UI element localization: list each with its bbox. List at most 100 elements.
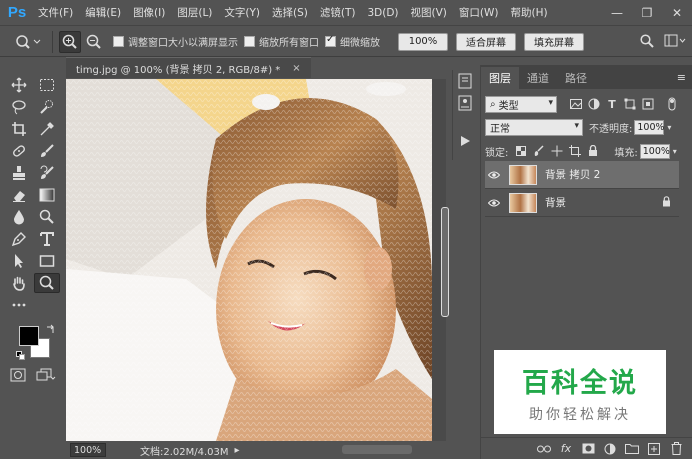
tab-paths[interactable]: 路径: [557, 67, 595, 89]
new-layer-button[interactable]: [643, 439, 665, 459]
menu-help[interactable]: 帮助(H): [505, 5, 554, 20]
delete-layer-button[interactable]: [665, 439, 687, 459]
panel-tabs: 图层 通道 路径: [481, 65, 692, 89]
zoom-out-button[interactable]: [83, 31, 105, 53]
foreground-color[interactable]: [19, 326, 39, 346]
pen-tool[interactable]: [6, 229, 32, 249]
menu-filter[interactable]: 滤镜(T): [314, 5, 362, 20]
tool-preset-picker[interactable]: [10, 30, 46, 54]
restore-button[interactable]: ❐: [632, 0, 662, 26]
lock-pixels-button[interactable]: [530, 142, 548, 160]
document-size-info[interactable]: 文档:2.02M/4.03M: [140, 443, 229, 458]
menu-edit[interactable]: 编辑(E): [79, 5, 127, 20]
opacity-input[interactable]: 100%: [634, 120, 665, 135]
hand-tool[interactable]: [6, 273, 32, 293]
menu-image[interactable]: 图像(I): [127, 5, 171, 20]
lock-all-button[interactable]: [584, 142, 602, 160]
layer-row-background-copy-2[interactable]: 背景 拷贝 2: [485, 161, 679, 189]
layer-name[interactable]: 背景: [545, 195, 566, 210]
lock-artboard-button[interactable]: [566, 142, 584, 160]
crop-tool[interactable]: [6, 119, 32, 139]
more-tools[interactable]: [6, 295, 32, 315]
zoom-all-windows-checkbox[interactable]: 缩放所有窗口: [244, 34, 319, 49]
fill-screen-button[interactable]: 填充屏幕: [524, 32, 584, 51]
blur-tool[interactable]: [6, 207, 32, 227]
visibility-toggle[interactable]: [485, 199, 503, 207]
zoom-in-button[interactable]: [59, 30, 81, 53]
document-tab[interactable]: timg.jpg @ 100% (背景 拷贝 2, RGB/8#) * ×: [66, 57, 311, 78]
lasso-tool[interactable]: [6, 97, 32, 117]
gradient-tool[interactable]: [34, 185, 60, 205]
filter-kind-select[interactable]: ⌕ 类型: [485, 95, 557, 113]
zoom-tool[interactable]: [34, 273, 60, 293]
opacity-dropdown-arrow[interactable]: ▾: [664, 120, 674, 135]
filter-type-button[interactable]: T: [603, 95, 621, 113]
close-button[interactable]: ✕: [662, 0, 692, 26]
menu-select[interactable]: 选择(S): [266, 5, 314, 20]
screen-mode-button[interactable]: [36, 368, 56, 385]
clone-stamp-tool[interactable]: [6, 163, 32, 183]
menu-view[interactable]: 视图(V): [405, 5, 453, 20]
quick-mask-button[interactable]: [10, 368, 26, 385]
eyedropper-tool[interactable]: [34, 119, 60, 139]
resize-windows-checkbox[interactable]: 调整窗口大小以满屏显示: [113, 34, 238, 49]
history-panel-button[interactable]: [453, 70, 477, 92]
marquee-tool[interactable]: [34, 75, 60, 95]
menu-window[interactable]: 窗口(W): [453, 5, 505, 20]
tab-layers[interactable]: 图层: [481, 67, 519, 89]
fill-input[interactable]: 100%: [639, 143, 670, 159]
scrubby-zoom-checkbox[interactable]: 细微缩放: [325, 34, 380, 49]
rectangle-tool[interactable]: [34, 251, 60, 271]
filter-shape-button[interactable]: [621, 95, 639, 113]
filter-smart-object-button[interactable]: [639, 95, 657, 113]
layer-lock-icon[interactable]: [662, 195, 671, 210]
healing-brush-tool[interactable]: [6, 141, 32, 161]
menu-type[interactable]: 文字(Y): [218, 5, 266, 20]
fill-dropdown-arrow[interactable]: ▾: [670, 144, 680, 159]
layer-name[interactable]: 背景 拷贝 2: [545, 167, 600, 182]
properties-panel-button[interactable]: [453, 92, 477, 114]
layer-row-background[interactable]: 背景: [485, 189, 679, 217]
close-tab-icon[interactable]: ×: [292, 63, 300, 74]
swap-colors-icon[interactable]: [46, 324, 56, 334]
tab-channels[interactable]: 通道: [519, 67, 557, 89]
history-brush-tool[interactable]: [34, 163, 60, 183]
play-actions-button[interactable]: [453, 130, 477, 152]
default-colors-icon[interactable]: [16, 351, 25, 360]
filter-toggle[interactable]: [663, 95, 681, 113]
options-bar: 调整窗口大小以满屏显示 缩放所有窗口 细微缩放 100% 适合屏幕 填充屏幕: [0, 27, 692, 57]
menu-3d[interactable]: 3D(D): [361, 7, 404, 19]
adjustment-layer-button[interactable]: [599, 439, 621, 459]
layer-style-button[interactable]: fx: [555, 439, 577, 459]
filter-adjustment-button[interactable]: [585, 95, 603, 113]
zoom-100-button[interactable]: 100%: [398, 32, 448, 51]
type-tool[interactable]: [34, 229, 60, 249]
lock-position-button[interactable]: [548, 142, 566, 160]
workspace-button[interactable]: [664, 30, 686, 52]
status-menu-arrow[interactable]: ▸: [235, 445, 240, 456]
link-layers-button[interactable]: [533, 439, 555, 459]
eraser-tool[interactable]: [6, 185, 32, 205]
menu-file[interactable]: 文件(F): [32, 5, 79, 20]
zoom-level-field[interactable]: 100%: [70, 443, 106, 457]
lock-transparent-button[interactable]: [512, 142, 530, 160]
dodge-tool[interactable]: [34, 207, 60, 227]
vertical-scrollbar[interactable]: [432, 79, 449, 441]
add-mask-button[interactable]: [577, 439, 599, 459]
panel-menu-icon[interactable]: ≡: [677, 71, 686, 84]
path-selection-tool[interactable]: [6, 251, 32, 271]
minimize-button[interactable]: —: [602, 0, 632, 26]
visibility-toggle[interactable]: [485, 171, 503, 179]
horizontal-scroll-thumb[interactable]: [342, 445, 412, 454]
blend-mode-select[interactable]: 正常: [485, 119, 583, 136]
filter-pixel-button[interactable]: [567, 95, 585, 113]
document-canvas[interactable]: [66, 79, 432, 441]
brush-tool[interactable]: [34, 141, 60, 161]
search-button[interactable]: [636, 30, 658, 52]
new-group-button[interactable]: [621, 439, 643, 459]
menu-layer[interactable]: 图层(L): [171, 5, 218, 20]
scroll-thumb[interactable]: [441, 207, 449, 317]
fit-screen-button[interactable]: 适合屏幕: [456, 32, 516, 51]
move-tool[interactable]: [6, 75, 32, 95]
quick-selection-tool[interactable]: [34, 97, 60, 117]
